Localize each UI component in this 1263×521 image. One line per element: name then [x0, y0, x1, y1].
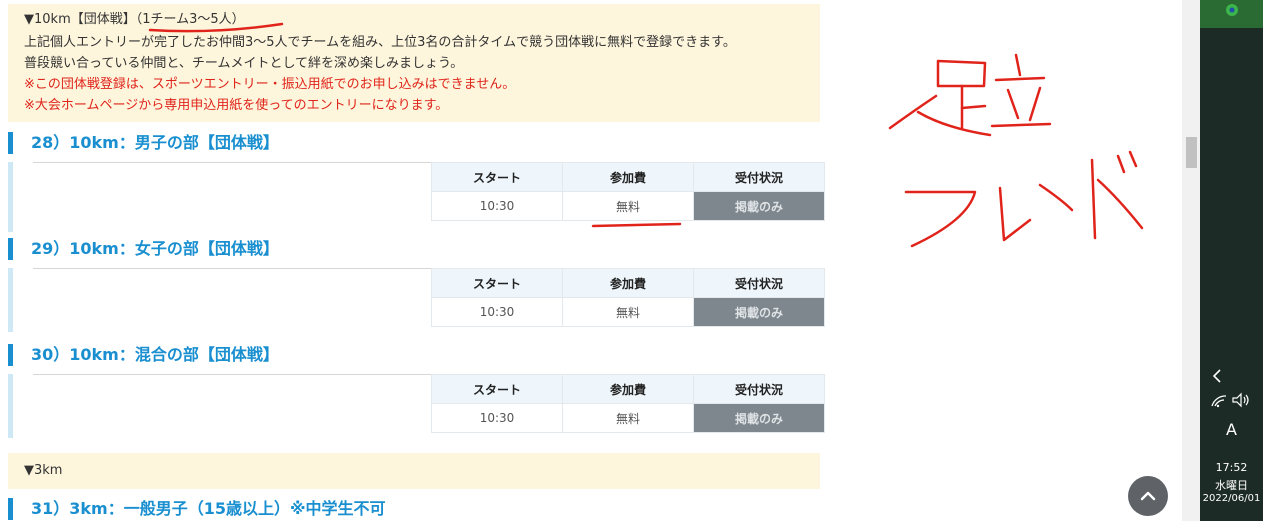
app-icon[interactable]	[1200, 0, 1263, 28]
glyph-stroke	[916, 110, 992, 137]
handwritten-annotation	[148, 22, 1144, 248]
glyph-stroke	[990, 122, 1052, 128]
glyph-stroke	[1116, 154, 1126, 174]
glyph-stroke	[998, 186, 1032, 242]
app-logo-icon	[1226, 4, 1238, 16]
glyph-stroke	[904, 190, 977, 248]
glyph-stroke	[1038, 183, 1074, 212]
ime-indicator[interactable]: A	[1200, 420, 1263, 439]
taskbar: A 17:52 水曜日 2022/06/01	[1200, 0, 1263, 521]
glyph-stroke	[994, 76, 1046, 82]
underline-stroke	[591, 222, 682, 228]
clock-time[interactable]: 17:52	[1200, 461, 1263, 474]
chevron-left-icon[interactable]	[1210, 368, 1224, 384]
volume-icon[interactable]	[1231, 392, 1251, 408]
clock-date[interactable]: 2022/06/01	[1200, 493, 1263, 504]
vertical-scrollbar[interactable]	[1182, 0, 1200, 521]
glyph-stroke	[936, 59, 987, 88]
glyph-stroke	[960, 104, 987, 110]
glyph-stroke	[1014, 53, 1022, 77]
glyph-stroke	[1128, 150, 1138, 168]
glyph-stroke	[1096, 178, 1144, 230]
wifi-icon[interactable]	[1210, 392, 1228, 408]
page-content: ▼10km【団体戦】（1チーム3〜5人） 上記個人エントリーが完了したお仲間3〜…	[0, 0, 1182, 521]
glyph-stroke	[1028, 86, 1042, 122]
glyph-stroke	[888, 94, 938, 130]
clock-day[interactable]: 水曜日	[1200, 477, 1263, 493]
glyph-stroke	[1090, 158, 1097, 240]
scroll-to-top-button[interactable]	[1128, 476, 1168, 516]
scrollbar-thumb[interactable]	[1186, 137, 1197, 168]
glyph-stroke	[1006, 88, 1020, 120]
underline-stroke	[148, 22, 284, 33]
chevron-up-icon	[1140, 491, 1156, 501]
